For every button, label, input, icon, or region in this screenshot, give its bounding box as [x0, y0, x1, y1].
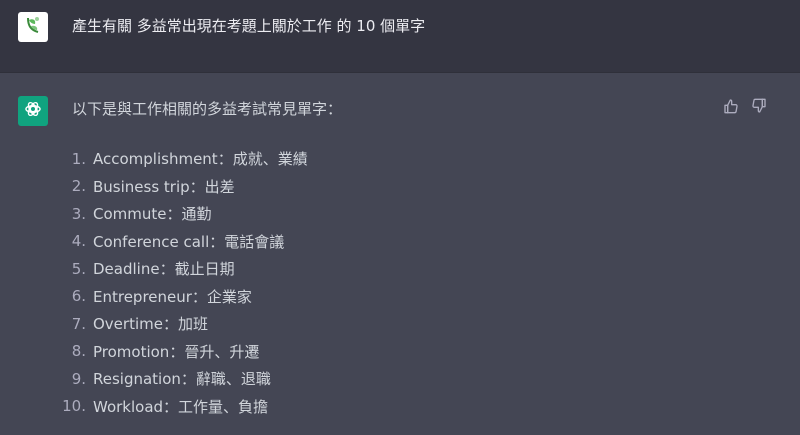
list-number: 4.	[71, 232, 86, 251]
chat-thread: 產生有關 多益常出現在考題上關於工作 的 10 個單字 以下是與工作相關的多益考…	[0, 0, 800, 435]
list-item-text: Overtime：加班	[93, 315, 208, 334]
list-item-text: Resignation：辭職、退職	[93, 370, 271, 389]
list-item-text: Deadline：截止日期	[93, 260, 235, 279]
thumbs-down-icon	[751, 98, 767, 118]
list-item-text: Conference call：電話會議	[93, 232, 285, 251]
vocabulary-list: 1. Accomplishment：成就、業績 2. Business trip：出…	[56, 145, 308, 420]
list-number: 3.	[71, 204, 86, 223]
list-item-text: Promotion：晉升、升遷	[93, 342, 260, 361]
list-item: 5. Deadline：截止日期	[56, 255, 308, 283]
list-item: 3. Commute：通勤	[56, 200, 308, 228]
openai-logo-icon	[23, 99, 43, 123]
list-number: 7.	[71, 314, 86, 333]
list-item-text: Business trip：出差	[93, 177, 235, 196]
user-avatar	[18, 12, 48, 42]
list-item: 4. Conference call：電話會議	[56, 228, 308, 256]
list-item-text: Accomplishment：成就、業績	[93, 150, 308, 169]
list-number: 5.	[71, 259, 86, 278]
user-message: 產生有關 多益常出現在考題上關於工作 的 10 個單字	[0, 0, 800, 73]
list-item: 1. Accomplishment：成就、業績	[56, 145, 308, 173]
list-item: 9. Resignation：辭職、退職	[56, 365, 308, 393]
list-item-text: Workload：工作量、負擔	[93, 397, 269, 416]
list-number: 10.	[62, 397, 86, 416]
assistant-message: 以下是與工作相關的多益考試常見單字： 1. Accomplishment：成就、…	[0, 73, 800, 435]
leaf-logo-icon	[22, 14, 44, 40]
list-item-text: Entrepreneur：企業家	[93, 287, 252, 306]
list-number: 2.	[71, 177, 86, 196]
list-item: 2. Business trip：出差	[56, 173, 308, 201]
assistant-intro-text: 以下是與工作相關的多益考試常見單字：	[72, 100, 343, 118]
thumbs-down-button[interactable]	[749, 98, 769, 118]
thumbs-up-icon	[723, 98, 739, 118]
list-number: 1.	[71, 149, 86, 168]
assistant-avatar	[18, 96, 48, 126]
list-number: 9.	[71, 369, 86, 388]
list-item: 8. Promotion：晉升、升遷	[56, 338, 308, 366]
list-item: 7. Overtime：加班	[56, 310, 308, 338]
list-item-text: Commute：通勤	[93, 205, 212, 224]
thumbs-up-button[interactable]	[721, 98, 741, 118]
list-item: 10. Workload：工作量、負擔	[56, 393, 308, 421]
list-item: 6. Entrepreneur：企業家	[56, 283, 308, 311]
user-prompt-text: 產生有關 多益常出現在考題上關於工作 的 10 個單字	[72, 17, 426, 35]
list-number: 6.	[71, 287, 86, 306]
list-number: 8.	[71, 342, 86, 361]
